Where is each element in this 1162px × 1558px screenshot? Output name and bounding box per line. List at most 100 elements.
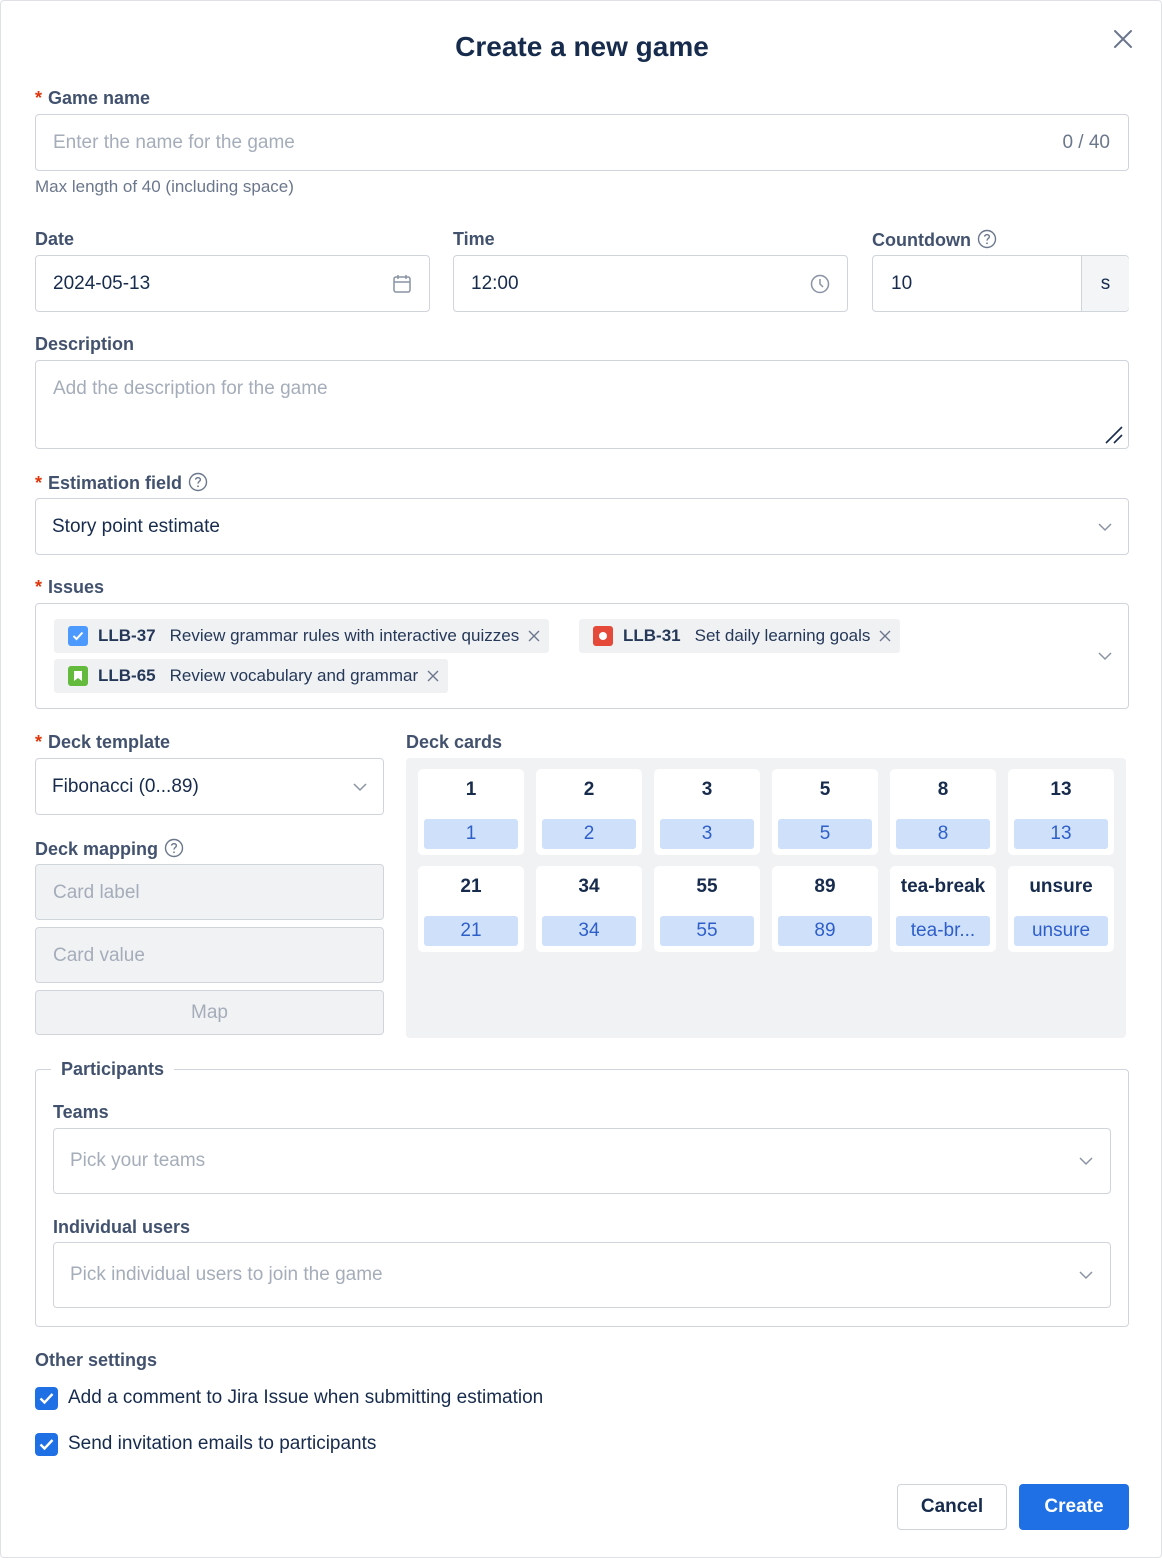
- card-label-input[interactable]: Card label: [35, 864, 384, 920]
- deck-card[interactable]: 21 21: [418, 866, 524, 952]
- card-label: 2: [583, 779, 595, 800]
- card-value: unsure: [1014, 916, 1108, 946]
- estimation-field-label: * Estimation field: [35, 472, 208, 494]
- help-icon[interactable]: [164, 838, 184, 858]
- deck-card[interactable]: 11: [418, 769, 524, 855]
- estimation-field-select[interactable]: Story point estimate: [35, 498, 1129, 555]
- description-label: Description: [35, 334, 135, 354]
- teams-select[interactable]: Pick your teams: [53, 1128, 1111, 1194]
- help-icon[interactable]: [977, 229, 997, 249]
- issue-summary: Set daily learning goals: [694, 626, 871, 645]
- card-value: 1: [424, 819, 518, 849]
- required-marker: *: [35, 88, 43, 108]
- game-name-label: * Game name: [35, 88, 151, 108]
- deck-card[interactable]: unsure unsure: [1008, 866, 1114, 952]
- individual-users-placeholder: Pick individual users to join the game: [70, 1264, 383, 1285]
- issue-tag: LLB-65 Review vocabulary and grammar: [54, 659, 449, 693]
- close-icon[interactable]: [1109, 25, 1137, 53]
- countdown-value: 10: [891, 273, 913, 294]
- create-button[interactable]: Create: [1019, 1484, 1129, 1530]
- resize-handle-icon[interactable]: [1104, 425, 1124, 445]
- issue-summary: Review grammar rules with interactive qu…: [169, 626, 520, 645]
- description-placeholder: Add the description for the game: [53, 378, 328, 399]
- remove-icon[interactable]: [527, 629, 541, 643]
- chevron-down-icon: [1079, 1157, 1093, 1166]
- date-value: 2024-05-13: [53, 273, 151, 294]
- issue-tag: LLB-31 Set daily learning goals: [579, 619, 901, 653]
- description-textarea[interactable]: Add the description for the game: [35, 360, 1129, 449]
- bookmark-icon: [68, 666, 88, 686]
- card-value: 55: [660, 916, 754, 946]
- card-label: 21: [460, 876, 482, 897]
- countdown-label: Countdown: [872, 229, 997, 251]
- time-input[interactable]: 12:00: [453, 255, 848, 312]
- card-value-placeholder: Card value: [53, 945, 145, 966]
- chevron-down-icon: [1098, 523, 1112, 532]
- card-label: 89: [814, 876, 836, 897]
- chevron-down-icon: [1098, 652, 1112, 661]
- date-label: Date: [35, 229, 75, 249]
- remove-icon[interactable]: [878, 629, 892, 643]
- game-name-help: Max length of 40 (including space): [35, 177, 294, 196]
- deck-cards-label: Deck cards: [406, 732, 503, 752]
- card-value: 3: [660, 819, 754, 849]
- individual-users-select[interactable]: Pick individual users to join the game: [53, 1242, 1111, 1308]
- deck-card[interactable]: 55: [772, 769, 878, 855]
- countdown-unit: s: [1081, 256, 1129, 311]
- deck-card[interactable]: 88: [890, 769, 996, 855]
- time-label: Time: [453, 229, 495, 249]
- create-game-dialog: Create a new game * Game name Enter the n…: [0, 0, 1162, 1558]
- issue-key[interactable]: LLB-65: [98, 666, 156, 686]
- comment-checkbox-label[interactable]: Add a comment to Jira Issue when submitt…: [68, 1387, 543, 1409]
- remove-icon[interactable]: [426, 669, 440, 683]
- cancel-button[interactable]: Cancel: [897, 1484, 1007, 1530]
- deck-card[interactable]: 55 55: [654, 866, 760, 952]
- teams-label: Teams: [53, 1102, 109, 1122]
- card-label: unsure: [1029, 876, 1093, 897]
- deck-template-label: * Deck template: [35, 732, 171, 752]
- card-value-input[interactable]: Card value: [35, 927, 384, 983]
- deck-card[interactable]: 33: [654, 769, 760, 855]
- deck-card[interactable]: 22: [536, 769, 642, 855]
- checkmark-icon: [39, 1393, 54, 1405]
- deck-cards-panel: 11 22 33 55 88 13 13 21 21 34 34 55 55 89 89 …: [406, 758, 1126, 1038]
- time-value: 12:00: [471, 273, 519, 294]
- card-value: tea-br...: [896, 916, 990, 946]
- invitation-emails-checkbox-label[interactable]: Send invitation emails to participants: [68, 1433, 376, 1455]
- game-name-placeholder: Enter the name for the game: [53, 132, 295, 153]
- card-label: 8: [937, 779, 949, 800]
- help-icon[interactable]: [188, 472, 208, 492]
- card-label: tea-break: [900, 876, 986, 897]
- card-value: 5: [778, 819, 872, 849]
- deck-card[interactable]: 13 13: [1008, 769, 1114, 855]
- comment-checkbox[interactable]: [35, 1387, 58, 1410]
- required-marker: *: [35, 577, 43, 597]
- card-label: 3: [701, 779, 713, 800]
- deck-card[interactable]: tea-break tea-br...: [890, 866, 996, 952]
- deck-template-value: Fibonacci (0...89): [52, 776, 199, 797]
- dialog-title: Create a new game: [455, 31, 709, 62]
- estimation-field-value: Story point estimate: [52, 516, 220, 537]
- deck-card[interactable]: 89 89: [772, 866, 878, 952]
- issue-key[interactable]: LLB-37: [98, 626, 156, 646]
- card-value: 89: [778, 916, 872, 946]
- deck-mapping-label: Deck mapping: [35, 838, 184, 860]
- calendar-icon: [393, 275, 411, 293]
- deck-card[interactable]: 34 34: [536, 866, 642, 952]
- invitation-emails-checkbox[interactable]: [35, 1433, 58, 1456]
- countdown-input[interactable]: 10 s: [872, 255, 1129, 312]
- issue-tag: LLB-37 Review grammar rules with interac…: [54, 619, 550, 653]
- card-label: 55: [696, 876, 718, 897]
- card-value: 34: [542, 916, 636, 946]
- teams-placeholder: Pick your teams: [70, 1150, 206, 1171]
- card-label: 1: [465, 779, 477, 800]
- char-counter: 0 / 40: [1062, 132, 1110, 153]
- game-name-input[interactable]: Enter the name for the game 0 / 40: [35, 114, 1129, 171]
- issue-key[interactable]: LLB-31: [623, 626, 681, 646]
- deck-template-select[interactable]: Fibonacci (0...89): [35, 758, 384, 815]
- map-button[interactable]: Map: [35, 990, 384, 1035]
- date-input[interactable]: 2024-05-13: [35, 255, 430, 312]
- card-label: 34: [578, 876, 600, 897]
- issues-select[interactable]: LLB-37 Review grammar rules with interac…: [35, 603, 1129, 709]
- card-value: 13: [1014, 819, 1108, 849]
